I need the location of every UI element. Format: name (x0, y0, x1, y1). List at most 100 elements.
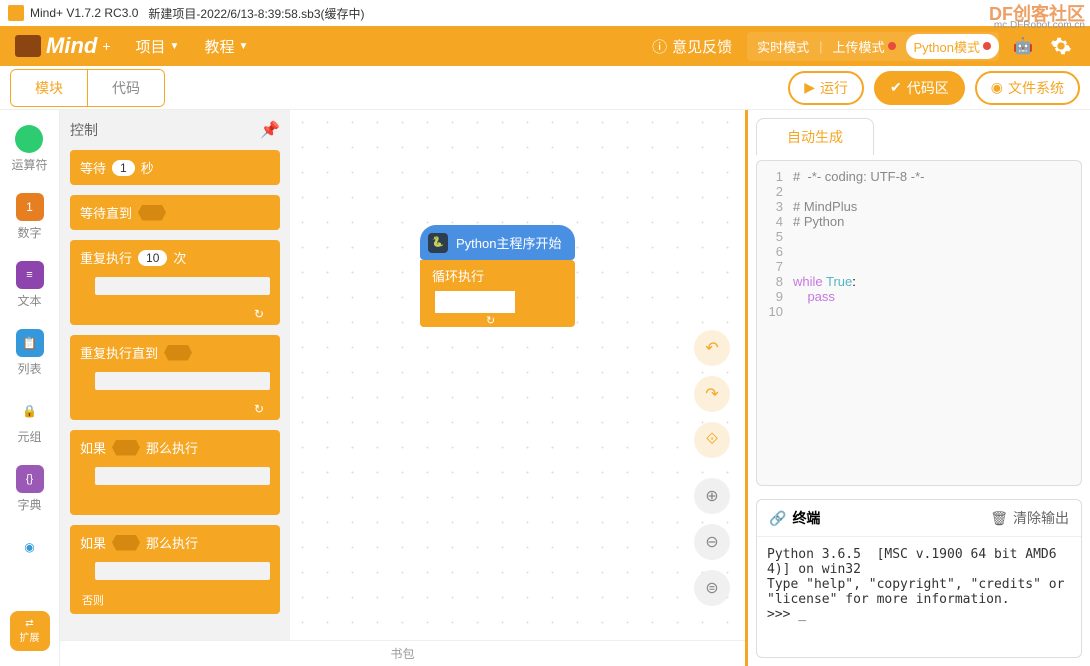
block-mouth[interactable] (95, 467, 270, 485)
clear-output-button[interactable]: 🗑 清除输出 (990, 508, 1069, 528)
block-if[interactable]: 如果 那么执行 (70, 430, 280, 515)
category-sidebar: 运算符 1 数字 ≡文本 📋 列表 🔒 元组 {}字典 ◉ ⇄扩展 (0, 110, 60, 666)
project-name: 新建项目-2022/6/13-8:39:58.sb3(缓存中) (148, 5, 364, 22)
filesystem-button[interactable]: ◉文件系统 (975, 71, 1080, 105)
hat-label: Python主程序开始 (456, 236, 561, 251)
block-wait-until[interactable]: 等待直到 (70, 195, 280, 230)
help-icon: ⓘ (652, 36, 667, 57)
chevron-down-icon: ▼ (238, 41, 248, 52)
terminal-output[interactable]: Python 3.6.5 [MSC v.1900 64 bit AMD64)] … (757, 537, 1081, 657)
hex-slot[interactable] (138, 205, 166, 221)
zoom-out-button[interactable]: ⊖ (694, 524, 730, 560)
redo-button[interactable]: ↷ (694, 376, 730, 412)
cat-label: 元组 (17, 428, 41, 445)
pin-icon[interactable]: 📌 (260, 120, 280, 140)
loop-label: 循环执行 (420, 260, 575, 291)
main-area: 运算符 1 数字 ≡文本 📋 列表 🔒 元组 {}字典 ◉ ⇄扩展 控制 📌 等待 1… (0, 110, 1090, 666)
cat-number[interactable]: 1 数字 (16, 193, 44, 241)
cat-tuple[interactable]: 🔒 元组 (16, 397, 44, 445)
extension-button[interactable]: ⇄扩展 (10, 611, 50, 651)
loop-arrow-icon: ↻ (254, 402, 270, 420)
block-wait[interactable]: 等待 1 秒 (70, 150, 280, 185)
menu-project-label: 项目 (136, 36, 166, 57)
block-label: 重复执行直到 (80, 343, 158, 362)
backpack-bar[interactable]: 书包 (60, 640, 745, 666)
cat-dict[interactable]: {}字典 (16, 465, 44, 513)
tuple-icon: 🔒 (16, 397, 44, 425)
list-icon: 📋 (16, 329, 44, 357)
code-area-label: 代码区 (907, 78, 949, 98)
robot-icon[interactable]: 🤖 (1009, 32, 1037, 60)
subbar: 模块 代码 ▶运行 ✔ 代码区 ◉文件系统 (0, 66, 1090, 110)
block-input[interactable]: 10 (138, 250, 167, 266)
menu-tutorial[interactable]: 教程 ▼ (204, 36, 248, 57)
hat-block[interactable]: 🐍 Python主程序开始 (420, 225, 575, 260)
block-mouth[interactable] (95, 562, 270, 580)
block-if-else[interactable]: 如果 那么执行 否则 (70, 525, 280, 614)
cat-set[interactable]: ◉ (16, 533, 44, 561)
canvas-tools: ↶ ↷ ⟐ (694, 330, 730, 458)
script-stack[interactable]: 🐍 Python主程序开始 循环执行 ↻ (420, 225, 575, 327)
block-repeat[interactable]: 重复执行 10 次 ↻ (70, 240, 280, 325)
loop-arrow-icon: ↻ (254, 307, 270, 325)
loop-arrow-icon: ↻ (480, 314, 501, 327)
watermark-url: mc.DFRobot.com.cn (994, 20, 1085, 31)
feedback-label: 意见反馈 (672, 36, 732, 57)
block-repeat-until[interactable]: 重复执行直到 ↻ (70, 335, 280, 420)
terminal-header: 🔗 终端 🗑 清除输出 (757, 500, 1081, 537)
cat-label: 列表 (17, 360, 41, 377)
operator-icon (15, 125, 43, 153)
code-view[interactable]: 1# -*- coding: UTF-8 -*-23# MindPlus4# P… (756, 160, 1082, 486)
feedback-link[interactable]: ⓘ 意见反馈 (652, 36, 732, 57)
block-label: 那么执行 (146, 533, 198, 552)
cat-label: 数字 (17, 224, 41, 241)
zoom-reset-button[interactable]: ⊜ (694, 570, 730, 606)
logo[interactable]: Mind + (15, 33, 111, 59)
cat-label: 字典 (17, 496, 41, 513)
terminal-panel: 🔗 终端 🗑 清除输出 Python 3.6.5 [MSC v.1900 64 … (756, 499, 1082, 658)
red-dot-icon (983, 42, 991, 50)
hex-slot[interactable] (112, 440, 140, 456)
logo-text: Mind (46, 33, 97, 59)
cat-label: 文本 (17, 292, 41, 309)
tab-code[interactable]: 代码 (88, 70, 164, 106)
mode-upload[interactable]: 上传模式 (823, 32, 906, 61)
cat-label: 运算符 (11, 156, 47, 173)
cat-list[interactable]: 📋 列表 (16, 329, 44, 377)
mode-python[interactable]: Python模式 (906, 34, 999, 59)
block-label: 等待 (80, 158, 106, 177)
cat-text[interactable]: ≡文本 (16, 261, 44, 309)
crop-button[interactable]: ⟐ (694, 422, 730, 458)
block-label: 等待直到 (80, 203, 132, 222)
app-icon (8, 5, 24, 21)
block-mouth[interactable] (95, 372, 270, 390)
terminal-title-label: 终端 (792, 508, 820, 528)
hex-slot[interactable] (112, 535, 140, 551)
trash-icon: 🗑 (990, 510, 1008, 527)
palette-title: 控制 (70, 120, 98, 140)
check-icon: ✔ (890, 79, 902, 96)
zoom-controls: ⊕ ⊖ ⊜ (694, 478, 730, 606)
zoom-in-button[interactable]: ⊕ (694, 478, 730, 514)
autogen-tab[interactable]: 自动生成 (756, 118, 874, 155)
topbar: Mind + 项目 ▼ 教程 ▼ ⓘ 意见反馈 实时模式 | 上传模式 Pyth… (0, 26, 1090, 66)
menu-project[interactable]: 项目 ▼ (136, 36, 180, 57)
mode-python-label: Python模式 (914, 37, 980, 56)
number-icon: 1 (16, 193, 44, 221)
canvas[interactable]: 🐍 Python主程序开始 循环执行 ↻ ↶ ↷ ⟐ ⊕ ⊖ ⊜ (290, 110, 745, 666)
block-palette: 控制 📌 等待 1 秒 等待直到 重复执行 10 次 ↻ 重复执行直到 (60, 110, 290, 666)
undo-button[interactable]: ↶ (694, 330, 730, 366)
mode-realtime[interactable]: 实时模式 (747, 32, 819, 61)
logo-plus: + (102, 38, 110, 54)
forever-block[interactable]: 循环执行 ↻ (420, 260, 575, 327)
tab-blocks[interactable]: 模块 (11, 70, 88, 106)
block-label: 否则 (80, 592, 104, 614)
loop-mouth[interactable] (435, 291, 515, 313)
hex-slot[interactable] (164, 345, 192, 361)
code-area-button[interactable]: ✔ 代码区 (874, 71, 965, 105)
cat-operator[interactable]: 运算符 (11, 125, 47, 173)
settings-icon[interactable] (1047, 32, 1075, 60)
block-input[interactable]: 1 (112, 160, 135, 176)
block-mouth[interactable] (95, 277, 270, 295)
run-button[interactable]: ▶运行 (788, 71, 864, 105)
